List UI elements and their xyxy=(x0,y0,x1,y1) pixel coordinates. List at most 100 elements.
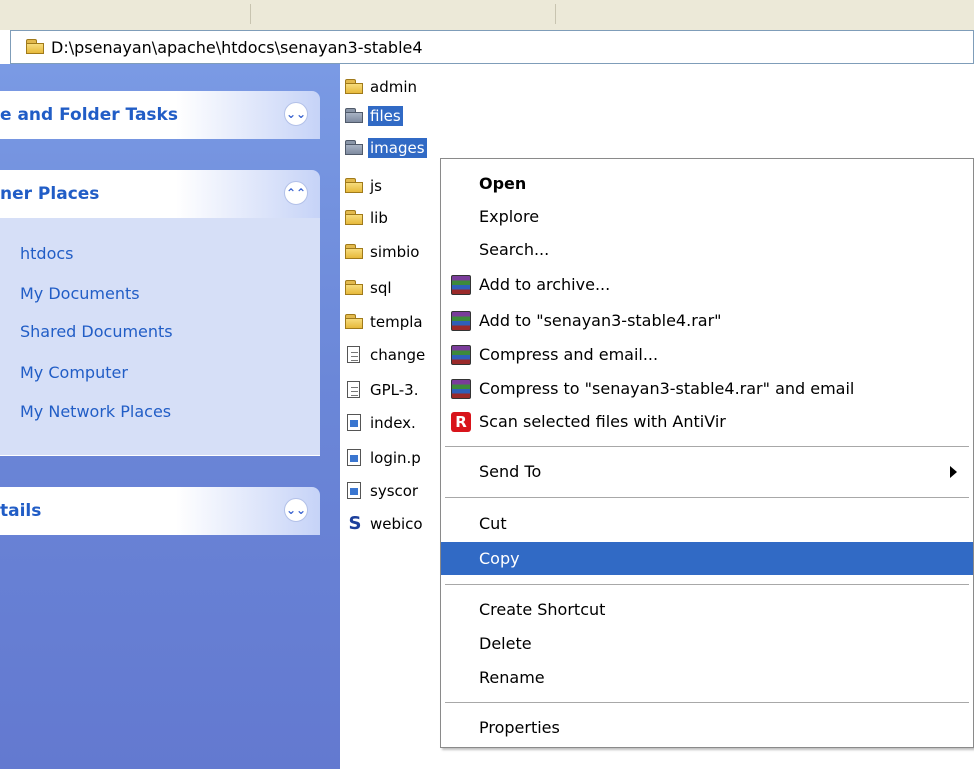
list-item[interactable]: lib xyxy=(344,207,390,229)
list-item[interactable]: js xyxy=(344,175,384,197)
folder-icon xyxy=(344,78,366,96)
menu-separator xyxy=(445,497,969,498)
winrar-icon xyxy=(451,379,471,399)
menu-label: Add to archive... xyxy=(479,275,611,294)
php-file-icon xyxy=(344,449,366,467)
folder-icon xyxy=(344,177,366,195)
context-menu: Open Explore Search... Add to archive...… xyxy=(440,158,974,748)
place-link-my-documents[interactable]: My Documents xyxy=(20,284,140,303)
menu-item-copy[interactable]: Copy xyxy=(441,542,973,575)
file-name: simbio xyxy=(370,243,420,261)
folder-icon xyxy=(344,139,366,157)
menu-label: Send To xyxy=(479,462,542,481)
place-link-htdocs[interactable]: htdocs xyxy=(20,244,74,263)
submenu-arrow-icon xyxy=(950,466,957,478)
list-item[interactable]: index. xyxy=(344,412,418,434)
chevron-down-icon[interactable]: ⌄⌄ xyxy=(284,498,308,522)
menu-label: Search... xyxy=(479,240,550,259)
menu-label: Cut xyxy=(479,514,507,533)
file-name: index. xyxy=(370,414,416,432)
menu-item-scan-antivir[interactable]: R Scan selected files with AntiVir xyxy=(441,405,973,438)
text-file-icon xyxy=(344,346,366,364)
menu-label: Compress and email... xyxy=(479,345,659,364)
menu-separator xyxy=(445,584,969,585)
toolbar-separator xyxy=(555,4,556,24)
file-name: change xyxy=(370,346,426,364)
menu-label: Copy xyxy=(479,549,520,568)
menu-label: Compress to "senayan3-stable4.rar" and e… xyxy=(479,379,855,398)
menu-label: Create Shortcut xyxy=(479,600,606,619)
menu-item-properties[interactable]: Properties xyxy=(441,711,973,744)
menu-item-send-to[interactable]: Send To xyxy=(441,455,973,488)
menu-label: Properties xyxy=(479,718,560,737)
file-folder-tasks-header[interactable]: e and Folder Tasks ⌄⌄ xyxy=(0,91,320,139)
menu-item-rename[interactable]: Rename xyxy=(441,661,973,694)
other-places-header[interactable]: ner Places ⌃⌃ xyxy=(0,170,320,218)
menu-item-open[interactable]: Open xyxy=(441,167,973,200)
file-name: images xyxy=(368,138,427,158)
web-file-icon: S xyxy=(348,513,362,534)
antivir-icon: R xyxy=(451,412,471,432)
address-path: D:\psenayan\apache\htdocs\senayan3-stabl… xyxy=(51,37,423,57)
place-link-my-network-places[interactable]: My Network Places xyxy=(20,402,171,421)
menu-item-cut[interactable]: Cut xyxy=(441,507,973,540)
menu-separator xyxy=(445,446,969,447)
file-name: syscor xyxy=(370,482,419,500)
list-item[interactable]: sql xyxy=(344,277,394,299)
list-item[interactable]: files xyxy=(344,105,403,127)
chevron-up-icon[interactable]: ⌃⌃ xyxy=(284,181,308,205)
file-name: admin xyxy=(370,78,417,96)
list-item[interactable]: GPL-3. xyxy=(344,379,421,401)
menu-label: Scan selected files with AntiVir xyxy=(479,412,726,431)
menu-label: Explore xyxy=(479,207,540,226)
menu-item-add-to-rar[interactable]: Add to "senayan3-stable4.rar" xyxy=(441,304,973,337)
other-places-body: htdocs My Documents Shared Documents My … xyxy=(0,218,320,456)
winrar-icon xyxy=(451,275,471,295)
menu-item-create-shortcut[interactable]: Create Shortcut xyxy=(441,593,973,626)
menu-label: Rename xyxy=(479,668,545,687)
file-name: sql xyxy=(370,279,392,297)
list-item[interactable]: login.p xyxy=(344,447,423,469)
folder-icon xyxy=(344,209,366,227)
toolbar-strip xyxy=(0,0,974,30)
menu-item-delete[interactable]: Delete xyxy=(441,627,973,660)
menu-item-compress-email[interactable]: Compress and email... xyxy=(441,338,973,371)
folder-icon xyxy=(344,107,366,125)
place-link-shared-documents[interactable]: Shared Documents xyxy=(20,322,173,341)
winrar-icon xyxy=(451,311,471,331)
file-name: webico xyxy=(370,515,423,533)
place-link-my-computer[interactable]: My Computer xyxy=(20,363,128,382)
menu-label: Delete xyxy=(479,634,532,653)
file-name: files xyxy=(368,106,403,126)
menu-label: Add to "senayan3-stable4.rar" xyxy=(479,311,722,330)
menu-item-add-to-archive[interactable]: Add to archive... xyxy=(441,268,973,301)
list-item[interactable]: templa xyxy=(344,311,425,333)
folder-icon xyxy=(344,313,366,331)
chevron-down-icon[interactable]: ⌄⌄ xyxy=(284,102,308,126)
menu-item-search[interactable]: Search... xyxy=(441,233,973,266)
text-file-icon xyxy=(344,381,366,399)
menu-label: Open xyxy=(479,174,527,193)
toolbar-separator xyxy=(250,4,251,24)
list-item[interactable]: images xyxy=(344,137,427,159)
menu-separator xyxy=(445,702,969,703)
winrar-icon xyxy=(451,345,471,365)
list-item[interactable]: change xyxy=(344,344,427,366)
details-header[interactable]: tails ⌄⌄ xyxy=(0,487,320,535)
menu-item-explore[interactable]: Explore xyxy=(441,200,973,233)
menu-item-compress-rar-email[interactable]: Compress to "senayan3-stable4.rar" and e… xyxy=(441,372,973,405)
file-name: lib xyxy=(370,209,388,227)
file-name: js xyxy=(370,177,382,195)
file-name: templa xyxy=(370,313,423,331)
folder-icon xyxy=(344,279,366,297)
address-bar[interactable]: D:\psenayan\apache\htdocs\senayan3-stabl… xyxy=(10,30,974,64)
php-file-icon xyxy=(344,414,366,432)
panel-title: tails xyxy=(0,501,42,521)
task-pane: e and Folder Tasks ⌄⌄ ner Places ⌃⌃ htdo… xyxy=(0,64,340,769)
list-item[interactable]: simbio xyxy=(344,241,421,263)
list-item[interactable]: syscor xyxy=(344,480,420,502)
list-item[interactable]: admin xyxy=(344,76,419,98)
file-name: GPL-3. xyxy=(370,381,419,399)
list-item[interactable]: S webico xyxy=(344,513,425,535)
folder-icon xyxy=(344,243,366,261)
